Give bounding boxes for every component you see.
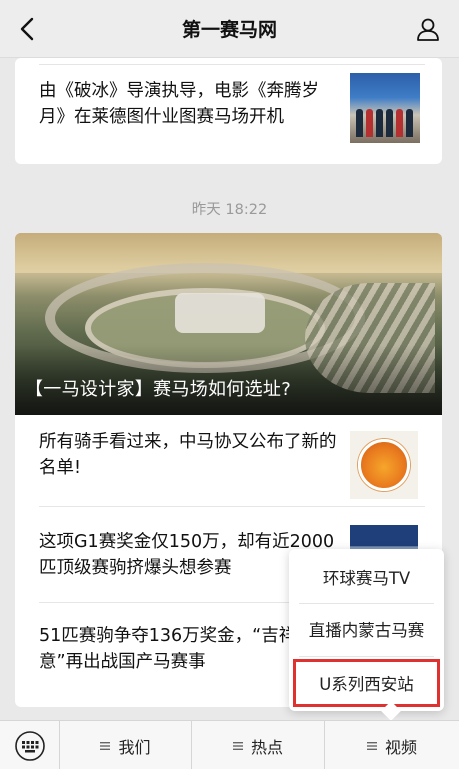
person-icon	[417, 18, 439, 41]
submenu-item-global-racing-tv[interactable]: 环球赛马TV	[289, 551, 444, 603]
page-title: 第一赛马网	[181, 19, 277, 41]
tab-label: 我们	[118, 737, 151, 757]
article-title: 51匹赛驹争夺136万奖金，“吉祥如意”再出战国产马赛事	[39, 626, 314, 672]
article-thumbnail	[350, 73, 420, 143]
keyboard-icon	[14, 730, 45, 761]
tab-label: 视频	[384, 737, 417, 757]
article-thumbnail	[350, 431, 418, 499]
keyboard-toggle-button[interactable]	[0, 721, 60, 769]
article-title: 所有骑手看过来，中马协又公布了新的名单!	[39, 432, 337, 478]
highlight-box	[293, 659, 440, 707]
video-submenu: 环球赛马TV 直播内蒙古马赛 U系列西安站	[289, 549, 444, 721]
chevron-left-icon	[20, 17, 34, 41]
top-nav-bar: 第一赛马网	[0, 0, 459, 58]
back-button[interactable]	[10, 12, 44, 46]
article-title: 由《破冰》导演执导，电影《奔腾岁月》在莱德图什业图赛马场开机	[39, 81, 319, 127]
menu-icon	[232, 741, 243, 750]
tab-label: 热点	[250, 737, 283, 757]
tab-video[interactable]: 视频	[325, 721, 459, 769]
article-card[interactable]: 由《破冰》导演执导，电影《奔腾岁月》在莱德图什业图赛马场开机	[15, 58, 442, 164]
tab-about-us[interactable]: 我们	[60, 721, 192, 769]
hero-article[interactable]: 【一马设计家】赛马场如何选址?	[15, 233, 442, 415]
message-timestamp: 昨天 18:22	[191, 202, 268, 218]
menu-icon	[100, 741, 111, 750]
divider	[39, 64, 425, 65]
menu-icon	[366, 741, 377, 750]
submenu-item-inner-mongolia-live[interactable]: 直播内蒙古马赛	[289, 603, 444, 655]
bottom-menu-bar: 我们 热点 视频	[0, 720, 459, 769]
article-row[interactable]: 所有骑手看过来，中马协又公布了新的名单!	[15, 415, 442, 507]
tab-hot[interactable]: 热点	[192, 721, 325, 769]
hero-article-title: 【一马设计家】赛马场如何选址?	[25, 379, 292, 400]
profile-button[interactable]	[411, 12, 445, 46]
